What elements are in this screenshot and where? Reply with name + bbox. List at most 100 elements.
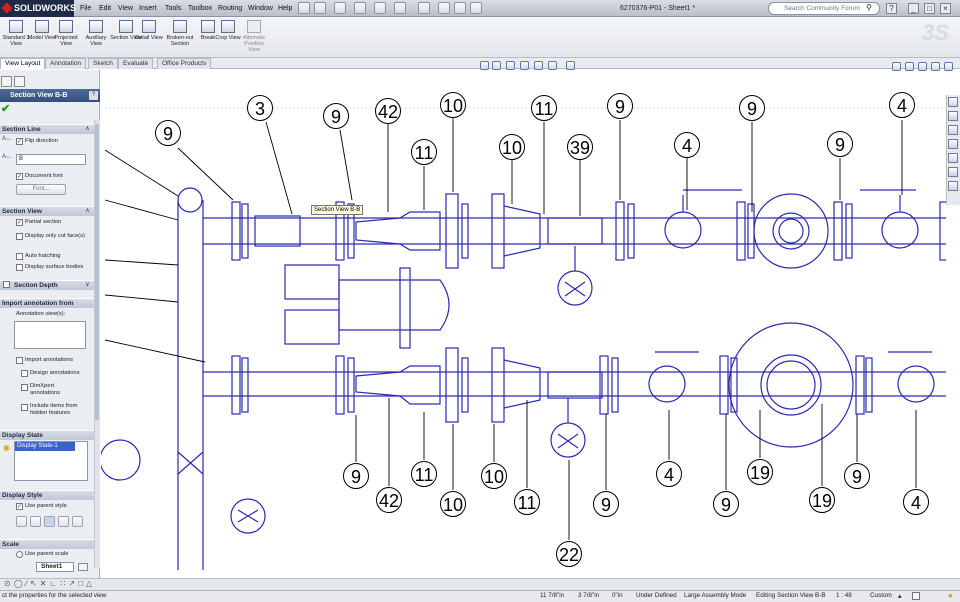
- auxiliary-view-button[interactable]: Auxiliary View: [80, 19, 112, 57]
- rebuild-status-icon[interactable]: ●: [948, 591, 953, 600]
- menu-insert[interactable]: Insert: [135, 0, 161, 17]
- new-document-icon[interactable]: [314, 2, 326, 14]
- solidworks-logo[interactable]: SOLIDWORKS: [0, 0, 76, 17]
- ok-check-icon[interactable]: ✔: [1, 104, 10, 115]
- broken-out-section-icon: [173, 20, 187, 33]
- shaded-with-edges-icon[interactable]: [58, 516, 69, 527]
- section-depth-header[interactable]: Section Depth: [0, 280, 94, 290]
- menu-routing[interactable]: Routing: [214, 0, 246, 17]
- display-state-item[interactable]: Display State-1: [15, 442, 75, 451]
- resources-icon[interactable]: [948, 97, 958, 107]
- sketch-tools-icon[interactable]: ⊙◯∕↖✕∟∷↗□△: [4, 578, 95, 590]
- wireframe-style-icon[interactable]: [16, 516, 27, 527]
- file-explorer-icon[interactable]: [948, 125, 958, 135]
- forum-icon[interactable]: [948, 181, 958, 191]
- restore-button[interactable]: □: [924, 3, 935, 14]
- pin-icon[interactable]: [298, 2, 310, 14]
- hidden-lines-visible-icon[interactable]: [30, 516, 41, 527]
- zoom-to-fit-icon[interactable]: [480, 61, 489, 70]
- balloons-top[interactable]: 93 9 42111010113994994: [155, 92, 915, 165]
- pan-icon[interactable]: [534, 61, 543, 70]
- tab-annotation[interactable]: Annotation: [45, 58, 87, 69]
- menu-help[interactable]: Help: [274, 0, 296, 17]
- import-annotations-checkbox[interactable]: [16, 357, 23, 364]
- close-button[interactable]: ×: [940, 3, 951, 14]
- tab-sketch[interactable]: Sketch: [88, 58, 118, 69]
- import-annotation-header[interactable]: Import annotation from: [0, 298, 94, 308]
- alternate-position-view-button[interactable]: Alternate Position View: [238, 19, 270, 57]
- tab-view-layout[interactable]: View Layout: [0, 58, 46, 69]
- select-icon[interactable]: [418, 2, 430, 14]
- shaded-icon[interactable]: [72, 516, 83, 527]
- display-cut-faces-checkbox[interactable]: [16, 233, 23, 240]
- expand-chevron-icon[interactable]: ∨: [84, 282, 91, 289]
- menu-view[interactable]: View: [114, 0, 137, 17]
- projected-view-button[interactable]: Projected View: [50, 19, 82, 57]
- menu-window[interactable]: Window: [244, 0, 277, 17]
- collapse-chevron-icon[interactable]: ∧: [84, 208, 91, 215]
- add-sheet-icon[interactable]: [78, 563, 88, 571]
- balloon-label: 11: [535, 99, 554, 119]
- rotate-view-icon[interactable]: [520, 61, 529, 70]
- scale-header[interactable]: Scale: [0, 539, 94, 549]
- use-parent-style-checkbox[interactable]: ✓: [16, 503, 23, 510]
- design-library-icon[interactable]: [948, 111, 958, 121]
- font-button[interactable]: Font...: [16, 184, 66, 195]
- view-palette-icon[interactable]: [948, 139, 958, 149]
- help-icon[interactable]: ?: [89, 91, 98, 100]
- dimxpert-annotations-checkbox[interactable]: [21, 384, 28, 391]
- tab-office-products[interactable]: Office Products: [157, 58, 212, 69]
- use-parent-scale-radio[interactable]: [16, 551, 23, 558]
- balloon-label: 11: [518, 493, 537, 513]
- feature-manager-tab-icon[interactable]: [1, 76, 12, 87]
- display-style-icon[interactable]: [548, 61, 557, 70]
- status-toggle-icon[interactable]: [912, 592, 920, 600]
- include-hidden-features-checkbox[interactable]: [21, 404, 28, 411]
- status-units[interactable]: Custom: [870, 590, 892, 602]
- custom-properties-icon[interactable]: [948, 167, 958, 177]
- options-icon[interactable]: [470, 2, 482, 14]
- annotation-views-list[interactable]: [14, 321, 86, 349]
- display-surface-bodies-checkbox[interactable]: [16, 264, 23, 271]
- appearances-icon[interactable]: [948, 153, 958, 163]
- balloon-label: 10: [502, 138, 522, 158]
- menu-edit[interactable]: Edit: [95, 0, 115, 17]
- help-icon[interactable]: ?: [886, 3, 897, 14]
- label-input[interactable]: B: [16, 154, 86, 165]
- drawing-sheet[interactable]: 93 9 42111010113994994 94211101011 94919199…: [101, 70, 946, 578]
- design-annotations-checkbox[interactable]: [21, 370, 28, 377]
- partial-section-checkbox[interactable]: ✓: [16, 219, 23, 226]
- undo-icon[interactable]: [394, 2, 406, 14]
- flip-direction-checkbox[interactable]: ✓: [16, 138, 23, 145]
- sheet-tab[interactable]: Sheet1: [36, 562, 74, 572]
- display-style-header[interactable]: Display Style: [0, 490, 94, 500]
- display-state-header[interactable]: Display State: [0, 430, 94, 440]
- open-icon[interactable]: [334, 2, 346, 14]
- menu-toolbox[interactable]: Toolbox: [184, 0, 216, 17]
- tab-evaluate[interactable]: Evaluate: [118, 58, 154, 69]
- rebuild-icon[interactable]: [438, 2, 450, 14]
- previous-view-icon[interactable]: [506, 61, 515, 70]
- section-depth-checkbox[interactable]: [3, 281, 10, 288]
- property-manager-tab-icon[interactable]: [14, 76, 25, 87]
- print-icon[interactable]: [374, 2, 386, 14]
- zoom-to-area-icon[interactable]: [492, 61, 501, 70]
- menu-tools[interactable]: Tools: [161, 0, 185, 17]
- minimize-button[interactable]: _: [908, 3, 919, 14]
- detail-view-button[interactable]: Detail View: [133, 19, 165, 57]
- file-properties-icon[interactable]: [454, 2, 466, 14]
- auto-hatching-checkbox[interactable]: [16, 253, 23, 260]
- hide-show-items-icon[interactable]: [566, 61, 575, 70]
- balloons-bottom[interactable]: 9 42 11 10 10 11 9 4 9 19 19 9 4 22: [343, 459, 929, 567]
- hidden-lines-removed-icon[interactable]: [44, 516, 55, 527]
- document-font-checkbox[interactable]: ✓: [16, 173, 23, 180]
- units-dropdown-icon[interactable]: ▴: [898, 592, 902, 600]
- panel-scroll-thumb[interactable]: [95, 124, 99, 420]
- save-icon[interactable]: [354, 2, 366, 14]
- collapse-chevron-icon[interactable]: ∧: [84, 126, 91, 133]
- section-line-header[interactable]: Section Line: [0, 124, 94, 134]
- menu-file[interactable]: File: [76, 0, 95, 17]
- search-icon[interactable]: ⚲: [866, 3, 872, 12]
- section-view-header[interactable]: Section View: [0, 206, 94, 216]
- tank-assembly: [284, 264, 450, 349]
